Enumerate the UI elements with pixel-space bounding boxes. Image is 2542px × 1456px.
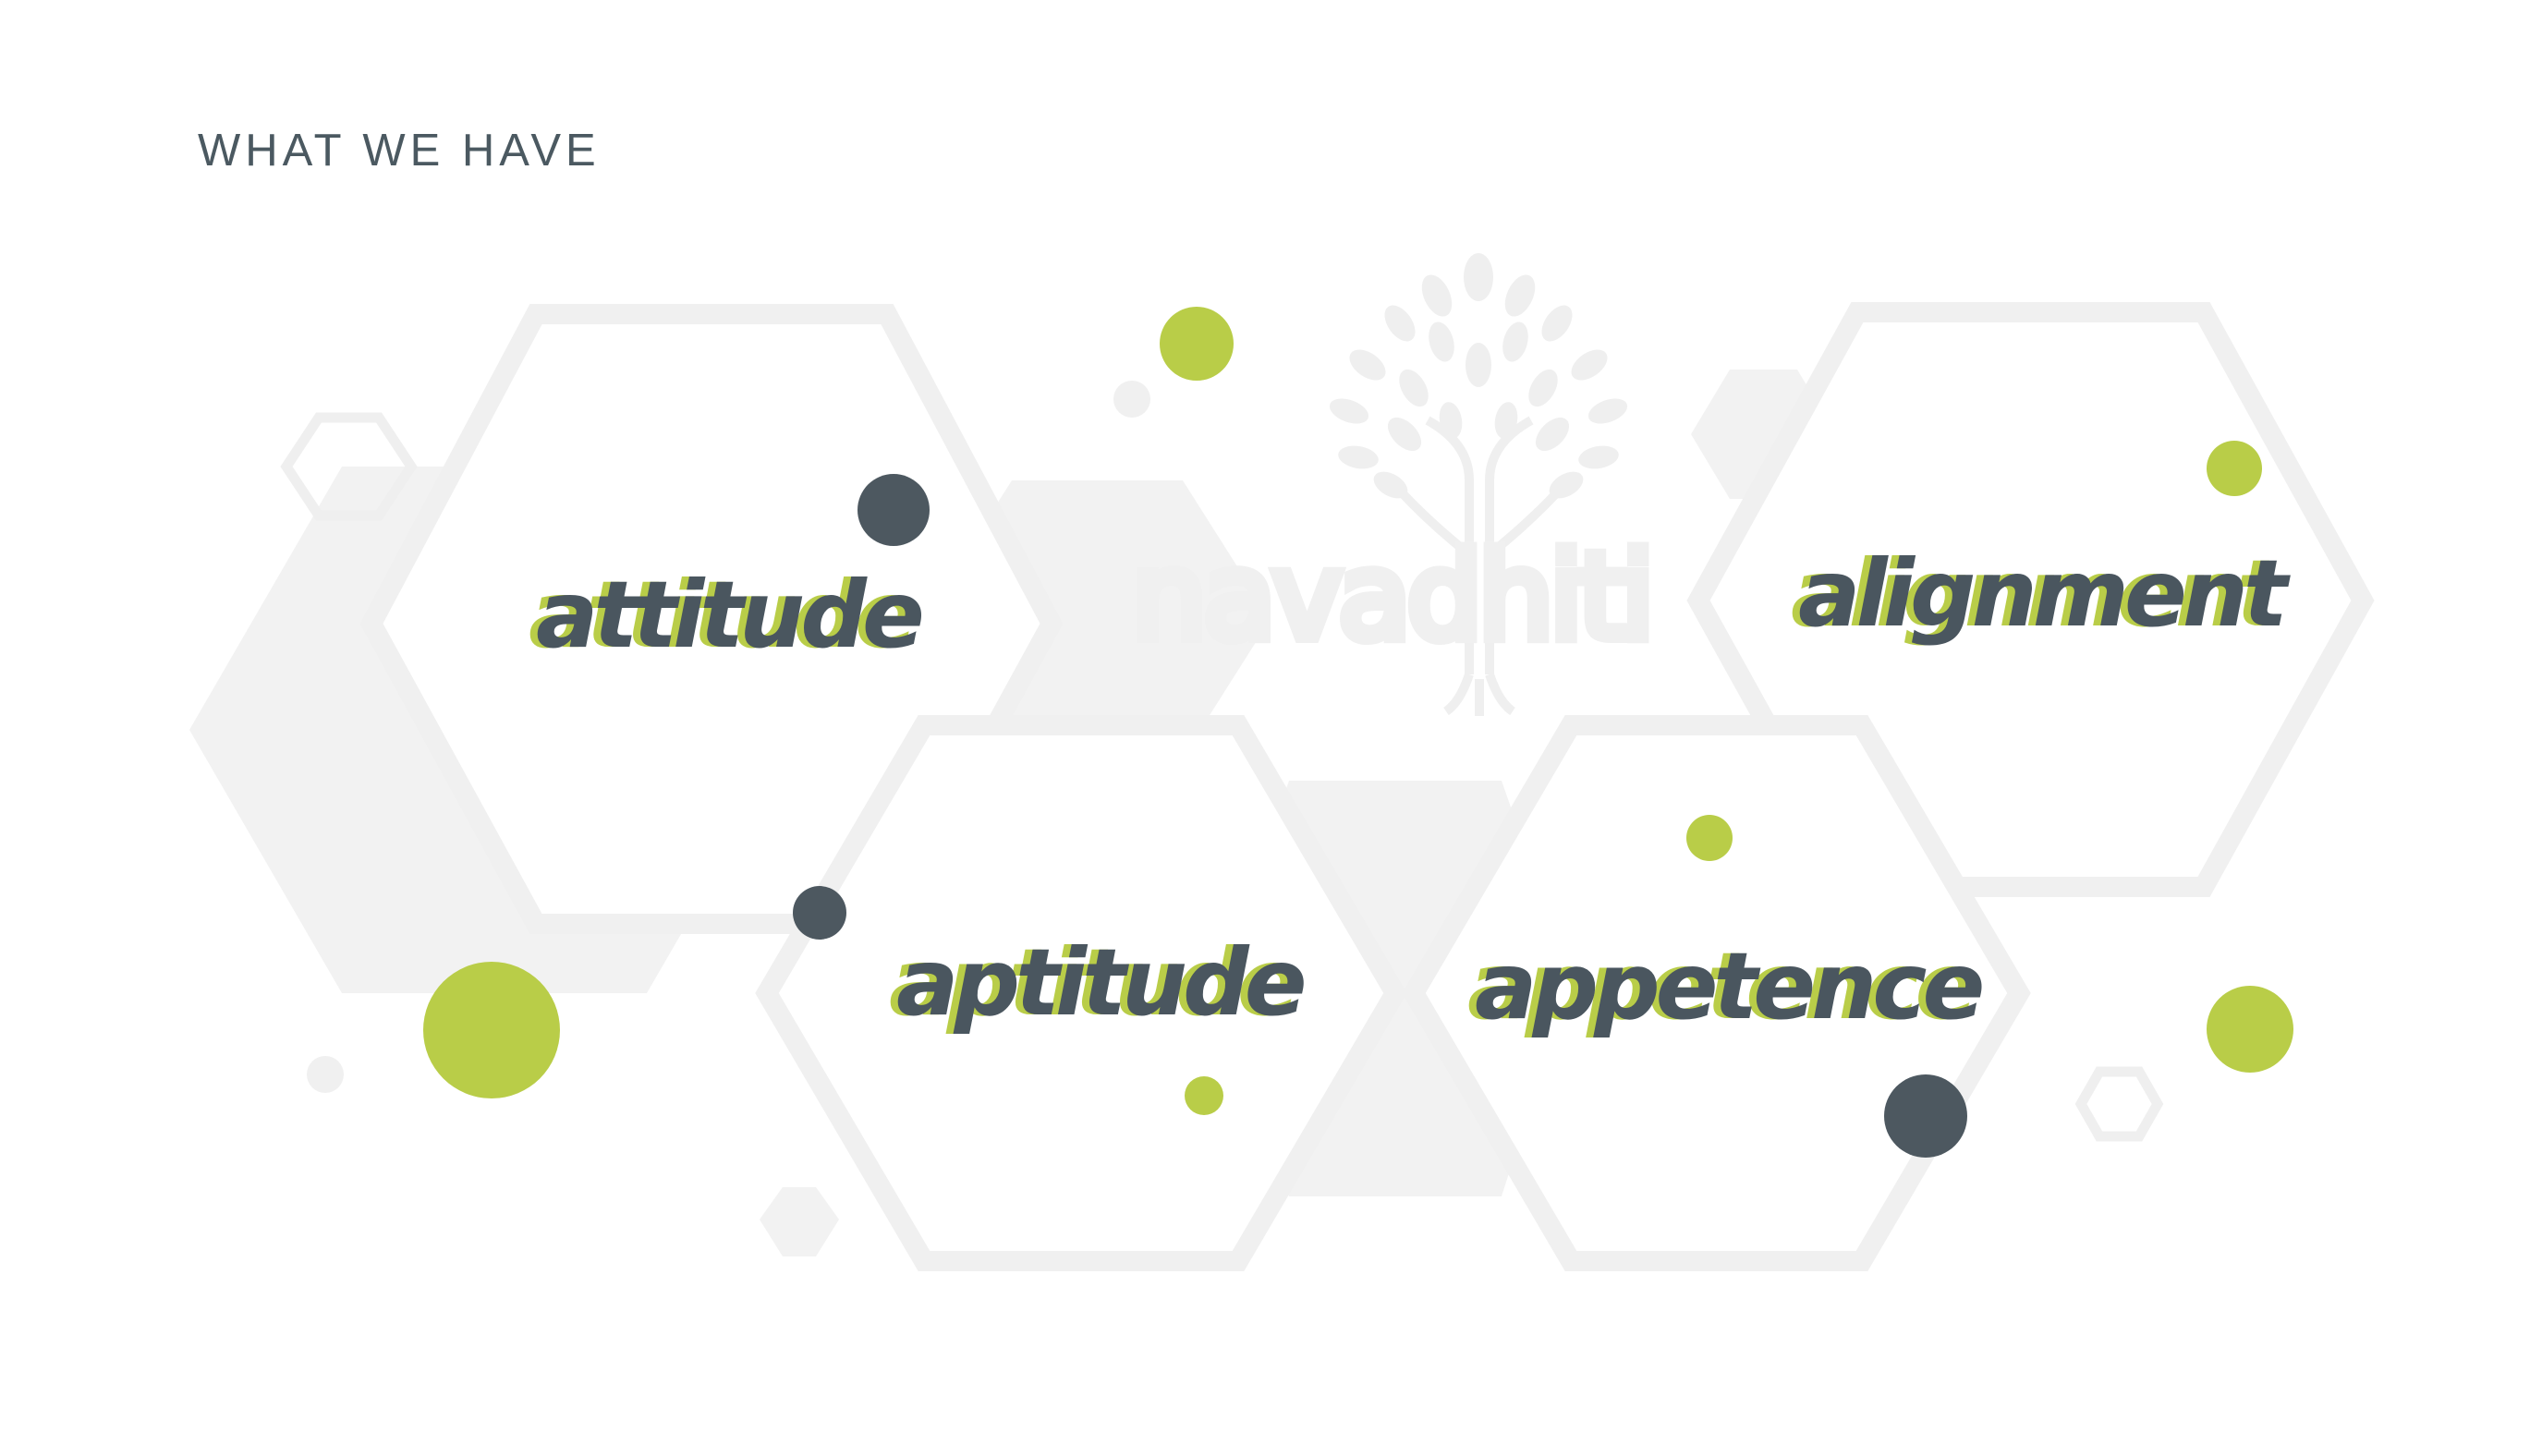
bg-hex-small-bottom xyxy=(760,1187,839,1256)
tree-icon xyxy=(1329,253,1628,499)
diagram-stage: WHAT WE HAVE navadhiti attitude attitude… xyxy=(0,0,2542,1456)
decor-hex-bottom-right xyxy=(2074,1066,2164,1142)
label-appetence: appetence appetence xyxy=(1467,932,1988,1040)
label-appetence-text: appetence xyxy=(1475,932,1983,1040)
label-alignment: alignment alignment xyxy=(1791,540,2295,648)
dot-green-alignment xyxy=(2207,441,2262,496)
hexagon-diagram: navadhiti attitude attitude alignment al… xyxy=(189,253,2375,1271)
dot-green-large-left xyxy=(423,962,560,1098)
dot-dark-appetence xyxy=(1884,1074,1967,1158)
dot-green-right xyxy=(2207,986,2293,1073)
label-aptitude-text: aptitude xyxy=(896,928,1305,1037)
label-aptitude: aptitude aptitude xyxy=(889,928,1309,1037)
dot-dark-aptitude xyxy=(793,886,846,940)
dot-green-appetence xyxy=(1686,815,1733,861)
dot-grey-top xyxy=(1113,381,1150,418)
brand-wordmark: navadhiti xyxy=(1132,528,1650,666)
label-attitude: attitude attitude xyxy=(529,561,927,669)
label-attitude-text: attitude xyxy=(536,561,922,669)
label-alignment-text: alignment xyxy=(1798,540,2291,648)
dot-green-top xyxy=(1160,307,1234,381)
dot-dark-attitude xyxy=(857,474,930,546)
dot-green-aptitude xyxy=(1185,1076,1223,1115)
dot-grey-left xyxy=(307,1056,344,1093)
